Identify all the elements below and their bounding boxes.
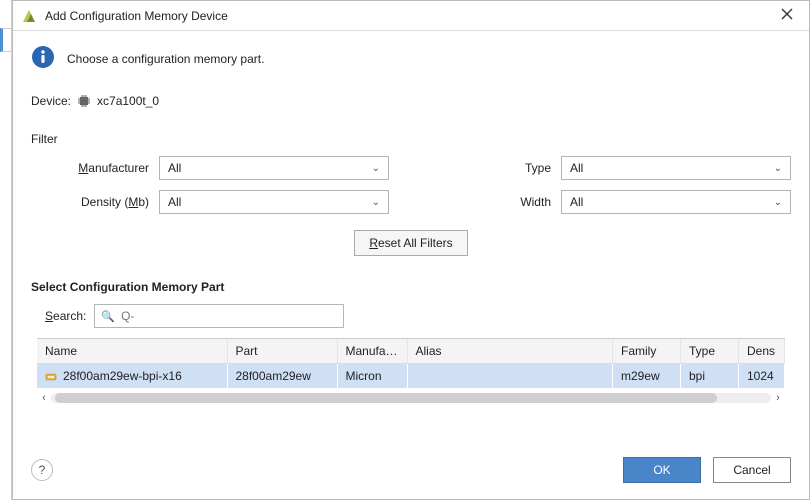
partlist-section-title: Select Configuration Memory Part — [31, 280, 791, 294]
device-value: xc7a100t_0 — [97, 94, 159, 108]
dialog-footer: ? OK Cancel — [13, 443, 809, 499]
col-manufacturer[interactable]: Manufact... — [337, 339, 407, 364]
filter-grid: Manufacturer All ⌄ Type All ⌄ Density (M… — [49, 156, 791, 214]
manufacturer-value: All — [168, 161, 372, 175]
memory-part-icon — [45, 371, 57, 383]
table-header-row: Name Part Manufact... Alias Family Type … — [37, 339, 785, 364]
info-text: Choose a configuration memory part. — [67, 52, 264, 66]
col-family[interactable]: Family — [613, 339, 681, 364]
scroll-track[interactable] — [51, 393, 771, 403]
device-label: Device: — [31, 94, 71, 108]
filter-section-title: Filter — [31, 132, 791, 146]
table-row[interactable]: 28f00am29ew-bpi-x16 28f00am29ew Micron m… — [37, 364, 785, 389]
background-panel — [0, 0, 12, 500]
col-name[interactable]: Name — [37, 339, 227, 364]
horizontal-scrollbar[interactable]: ‹ › — [37, 390, 785, 406]
cell-type: bpi — [681, 364, 739, 389]
col-part[interactable]: Part — [227, 339, 337, 364]
cell-alias — [407, 364, 613, 389]
chevron-down-icon: ⌄ — [774, 197, 782, 208]
parts-table-wrap: Name Part Manufact... Alias Family Type … — [37, 338, 785, 388]
ok-button[interactable]: OK — [623, 457, 701, 483]
close-icon — [781, 8, 793, 20]
search-input-wrapper[interactable]: 🔍 — [94, 304, 344, 328]
chip-icon — [77, 94, 91, 108]
type-label: Type — [501, 161, 561, 175]
background-tab — [0, 28, 11, 52]
search-label: Search: — [45, 309, 86, 323]
width-select[interactable]: All ⌄ — [561, 190, 791, 214]
density-label: Density (Mb) — [49, 195, 159, 209]
dialog-title: Add Configuration Memory Device — [45, 9, 773, 23]
manufacturer-select[interactable]: All ⌄ — [159, 156, 389, 180]
type-select[interactable]: All ⌄ — [561, 156, 791, 180]
chevron-down-icon: ⌄ — [372, 163, 380, 174]
width-label: Width — [501, 195, 561, 209]
device-row: Device: xc7a100t_0 — [31, 94, 791, 108]
scroll-right-icon[interactable]: › — [771, 392, 785, 404]
manufacturer-label: Manufacturer — [49, 161, 159, 175]
density-select[interactable]: All ⌄ — [159, 190, 389, 214]
add-config-memory-dialog: Add Configuration Memory Device Choose a… — [12, 0, 810, 500]
help-button[interactable]: ? — [31, 459, 53, 481]
density-value: All — [168, 195, 372, 209]
chevron-down-icon: ⌄ — [774, 163, 782, 174]
info-icon — [31, 45, 55, 72]
cell-part: 28f00am29ew — [227, 364, 337, 389]
col-density[interactable]: Dens — [739, 339, 785, 364]
scroll-thumb[interactable] — [55, 393, 717, 403]
info-row: Choose a configuration memory part. — [31, 45, 791, 72]
cell-name: 28f00am29ew-bpi-x16 — [37, 364, 227, 389]
reset-filters-button[interactable]: Reset All Filters — [354, 230, 467, 256]
search-icon: 🔍 — [101, 310, 115, 323]
titlebar: Add Configuration Memory Device — [13, 1, 809, 31]
col-type[interactable]: Type — [681, 339, 739, 364]
search-input[interactable] — [119, 308, 337, 324]
cell-density: 1024 — [739, 364, 785, 389]
cell-family: m29ew — [613, 364, 681, 389]
search-row: Search: 🔍 — [45, 304, 791, 328]
type-value: All — [570, 161, 774, 175]
scroll-left-icon[interactable]: ‹ — [37, 392, 51, 404]
chevron-down-icon: ⌄ — [372, 197, 380, 208]
parts-table: Name Part Manufact... Alias Family Type … — [37, 339, 785, 388]
app-icon — [21, 8, 37, 24]
cell-manufacturer: Micron — [337, 364, 407, 389]
close-button[interactable] — [773, 7, 801, 24]
width-value: All — [570, 195, 774, 209]
col-alias[interactable]: Alias — [407, 339, 613, 364]
cancel-button[interactable]: Cancel — [713, 457, 791, 483]
